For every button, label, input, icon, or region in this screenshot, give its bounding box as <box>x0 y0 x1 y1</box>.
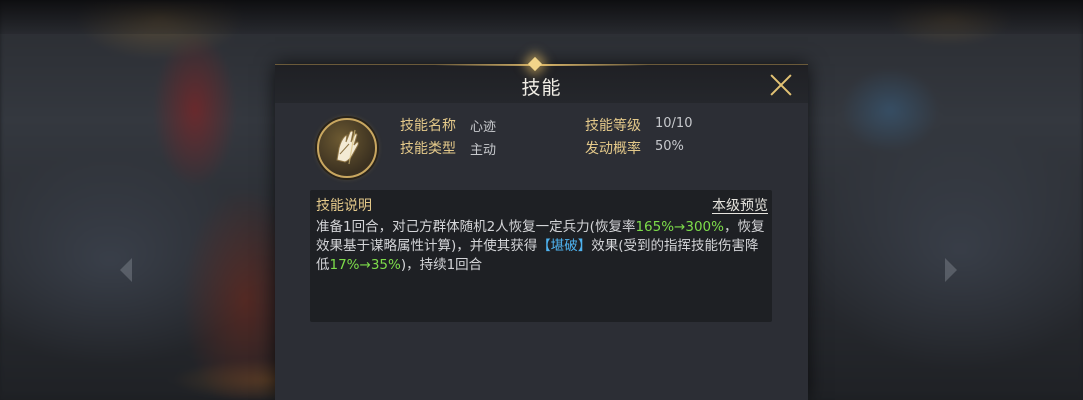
skill-name-value: 心迹 <box>470 120 497 135</box>
description-box: 技能说明 本级预览 准备1回合，对己方群体随机2人恢复一定兵力(恢复率165%→… <box>310 190 772 322</box>
top-bar-background <box>0 0 1083 34</box>
damage-reduction-highlight: 17%→35% <box>329 257 401 273</box>
heal-rate-highlight: 165%→300% <box>635 219 724 235</box>
background-prev-arrow-icon <box>120 258 132 282</box>
skill-name-label: 技能名称 <box>400 118 456 134</box>
skill-level-label: 技能等级 <box>585 118 641 134</box>
skill-type-label: 技能类型 <box>400 141 456 157</box>
dialog-header: 技能 <box>275 56 808 103</box>
activation-chance-value: 50% <box>655 139 684 154</box>
activation-chance-label: 发动概率 <box>585 141 641 157</box>
skill-level-value: 10/10 <box>655 116 693 131</box>
skill-dialog: 技能 技能名称 心迹 技能类型 主动 技能等级 10/10 发动概率 50% 技… <box>275 56 808 400</box>
description-text: 准备1回合，对己方群体随机2人恢复一定兵力(恢复率165%→300%，恢复效果基… <box>316 218 768 275</box>
hand-skill-icon <box>317 118 377 178</box>
skill-type-value: 主动 <box>470 143 497 158</box>
level-preview-link[interactable]: 本级预览 <box>712 195 768 215</box>
dialog-title: 技能 <box>521 77 562 99</box>
description-text-part: )，持续1回合 <box>400 257 483 273</box>
status-effect-highlight: 【堪破】 <box>537 238 592 254</box>
background-next-arrow-icon <box>945 258 957 282</box>
close-icon[interactable] <box>769 73 793 97</box>
description-title: 技能说明 <box>316 198 372 214</box>
description-text-part: 准备1回合，对己方群体随机2人恢复一定兵力(恢复率 <box>316 219 636 235</box>
